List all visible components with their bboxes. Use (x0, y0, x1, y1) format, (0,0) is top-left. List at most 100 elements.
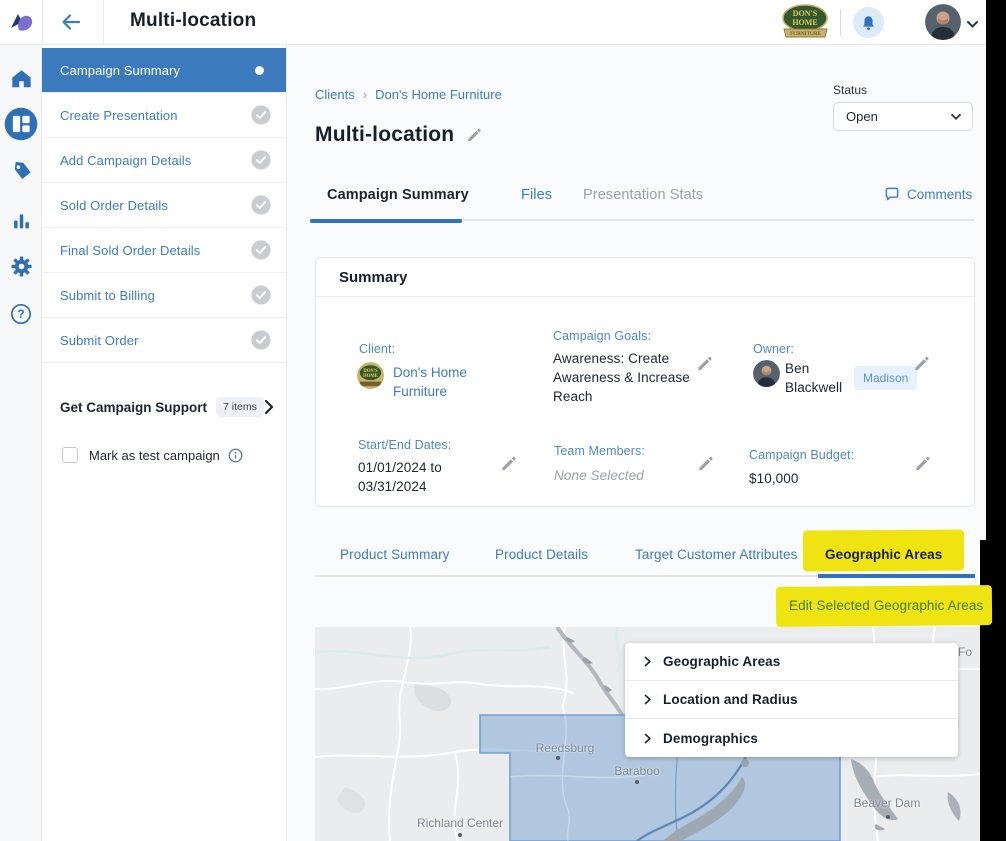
edit-title-pencil-icon[interactable] (466, 127, 482, 143)
map-label-reedsburg: Reedsburg (536, 741, 595, 755)
svg-text:HOME: HOME (363, 374, 378, 379)
svg-text:?: ? (17, 307, 24, 321)
map-label-beaver-dam: Beaver Dam (854, 796, 921, 810)
home-icon[interactable] (0, 58, 42, 100)
status-label: Status (833, 83, 973, 97)
budget-label: Campaign Budget: (749, 448, 854, 462)
notifications-button[interactable] (853, 7, 884, 38)
tabs: Campaign Summary Files Presentation Stat… (315, 183, 975, 221)
summary-card-title: Summary (339, 269, 407, 286)
sidebar-item-submit-order[interactable]: Submit Order (42, 318, 286, 363)
map-dot-baraboo (635, 780, 639, 784)
nav-rail: ? (0, 45, 42, 841)
edit-geographic-areas-button[interactable]: Edit Selected Geographic Areas (789, 598, 983, 613)
bell-icon (860, 14, 877, 32)
tag-icon[interactable] (0, 151, 42, 193)
summary-card: Summary Client: DON'S HOME Don's Home Fu… (315, 257, 975, 507)
subtab-target-customer-attributes[interactable]: Target Customer Attributes (635, 547, 797, 562)
comment-bubble-icon (884, 186, 900, 202)
edit-budget-pencil-icon[interactable] (914, 455, 931, 472)
user-avatar[interactable] (925, 4, 961, 40)
main-content: Clients › Don's Home Furniture Multi-loc… (287, 45, 986, 841)
page-title: Multi-location (315, 123, 454, 147)
client-name-link[interactable]: Don's Home Furniture (393, 363, 493, 401)
step-check-icon (250, 329, 272, 351)
map-dot-richland-center (458, 833, 462, 837)
active-tab-underline (310, 219, 462, 223)
topbar-divider-1 (42, 0, 43, 45)
chevron-down-icon (950, 113, 962, 121)
campaign-goals-label: Campaign Goals: (553, 329, 651, 343)
owner-label: Owner: (753, 342, 794, 356)
chevron-right-icon (643, 693, 652, 706)
svg-text:HOME: HOME (792, 18, 817, 27)
sidebar-item-sold-order-details[interactable]: Sold Order Details (42, 183, 286, 228)
step-check-icon (250, 194, 272, 216)
status-select[interactable]: Open (833, 102, 973, 131)
user-menu-chevron-icon[interactable] (966, 16, 979, 34)
sidebar-item-add-campaign-details[interactable]: Add Campaign Details (42, 138, 286, 183)
topbar-divider-2 (103, 0, 104, 45)
client-label: Client: (359, 342, 395, 356)
topbar-divider-3 (840, 9, 841, 36)
topbar: Multi-location DON'S HOME FURNITURE (0, 0, 986, 45)
tab-campaign-summary[interactable]: Campaign Summary (327, 187, 469, 203)
tab-presentation-stats[interactable]: Presentation Stats (583, 187, 703, 203)
get-campaign-support[interactable]: Get Campaign Support 7 items (42, 382, 287, 432)
comments-button[interactable]: Comments (884, 186, 972, 202)
subtab-product-summary[interactable]: Product Summary (340, 547, 450, 562)
step-check-icon (250, 104, 272, 126)
map-accordion-panel: Geographic Areas Location and Radius Dem… (625, 643, 958, 757)
svg-text:DON'S: DON'S (793, 9, 818, 18)
items-count-badge: 7 items (216, 397, 264, 417)
dashboard-icon[interactable] (0, 103, 42, 145)
edit-goals-pencil-icon[interactable] (696, 355, 713, 372)
subtab-product-details[interactable]: Product Details (495, 547, 588, 562)
edit-team-pencil-icon[interactable] (697, 455, 714, 472)
window-title: Multi-location (130, 10, 256, 32)
owner-name: Ben Blackwell (785, 359, 849, 397)
accordion-location-and-radius[interactable]: Location and Radius (625, 681, 958, 719)
tab-files[interactable]: Files (521, 187, 552, 203)
map-label-richland-center: Richland Center (417, 816, 503, 830)
team-members-value: None Selected (554, 466, 644, 485)
chevron-right-icon (643, 655, 652, 668)
campaign-goals-value: Awareness: Create Awareness & Increase R… (553, 349, 713, 406)
test-campaign-checkbox[interactable] (62, 447, 78, 463)
step-check-icon (250, 239, 272, 261)
step-check-icon (250, 149, 272, 171)
accordion-geographic-areas[interactable]: Geographic Areas (625, 643, 958, 681)
info-icon[interactable] (228, 448, 243, 463)
active-subtab-underline (818, 574, 975, 578)
breadcrumb-separator: › (363, 87, 367, 102)
campaign-steps-sidebar: Campaign Summary Create Presentation Add… (42, 45, 287, 841)
sidebar-item-campaign-summary[interactable]: Campaign Summary (42, 48, 286, 93)
app-window: Multi-location DON'S HOME FURNITURE (0, 0, 1006, 841)
edit-owner-pencil-icon[interactable] (913, 355, 930, 372)
sidebar-item-final-sold-order-details[interactable]: Final Sold Order Details (42, 228, 286, 273)
settings-gear-icon[interactable] (0, 245, 42, 287)
brand-logo[interactable] (9, 10, 35, 39)
team-members-label: Team Members: (554, 444, 645, 458)
edit-dates-pencil-icon[interactable] (500, 455, 517, 472)
bar-chart-icon[interactable] (0, 199, 42, 241)
map[interactable]: Reedsburg Baraboo Richland Center Beaver… (315, 627, 980, 841)
sidebar-item-create-presentation[interactable]: Create Presentation (42, 93, 286, 138)
help-icon[interactable]: ? (0, 293, 42, 335)
sidebar-item-submit-to-billing[interactable]: Submit to Billing (42, 273, 286, 318)
budget-value: $10,000 (749, 469, 799, 488)
map-label-fo: Fo (958, 645, 972, 659)
screenshot-black-edge-top (986, 0, 1006, 540)
breadcrumb-client-name[interactable]: Don's Home Furniture (375, 87, 502, 102)
chevron-right-icon (264, 399, 274, 415)
chevron-right-icon (643, 732, 652, 745)
map-dot-reedsburg (556, 756, 560, 760)
breadcrumb-clients[interactable]: Clients (315, 87, 355, 102)
svg-text:FURNITURE: FURNITURE (790, 31, 822, 37)
back-button[interactable] (58, 9, 86, 37)
test-campaign-row: Mark as test campaign (42, 435, 287, 475)
client-logo-topbar[interactable]: DON'S HOME FURNITURE (781, 4, 830, 41)
accordion-demographics[interactable]: Demographics (625, 719, 958, 757)
dates-label: Start/End Dates: (358, 438, 451, 452)
subtab-geographic-areas[interactable]: Geographic Areas (825, 547, 942, 562)
